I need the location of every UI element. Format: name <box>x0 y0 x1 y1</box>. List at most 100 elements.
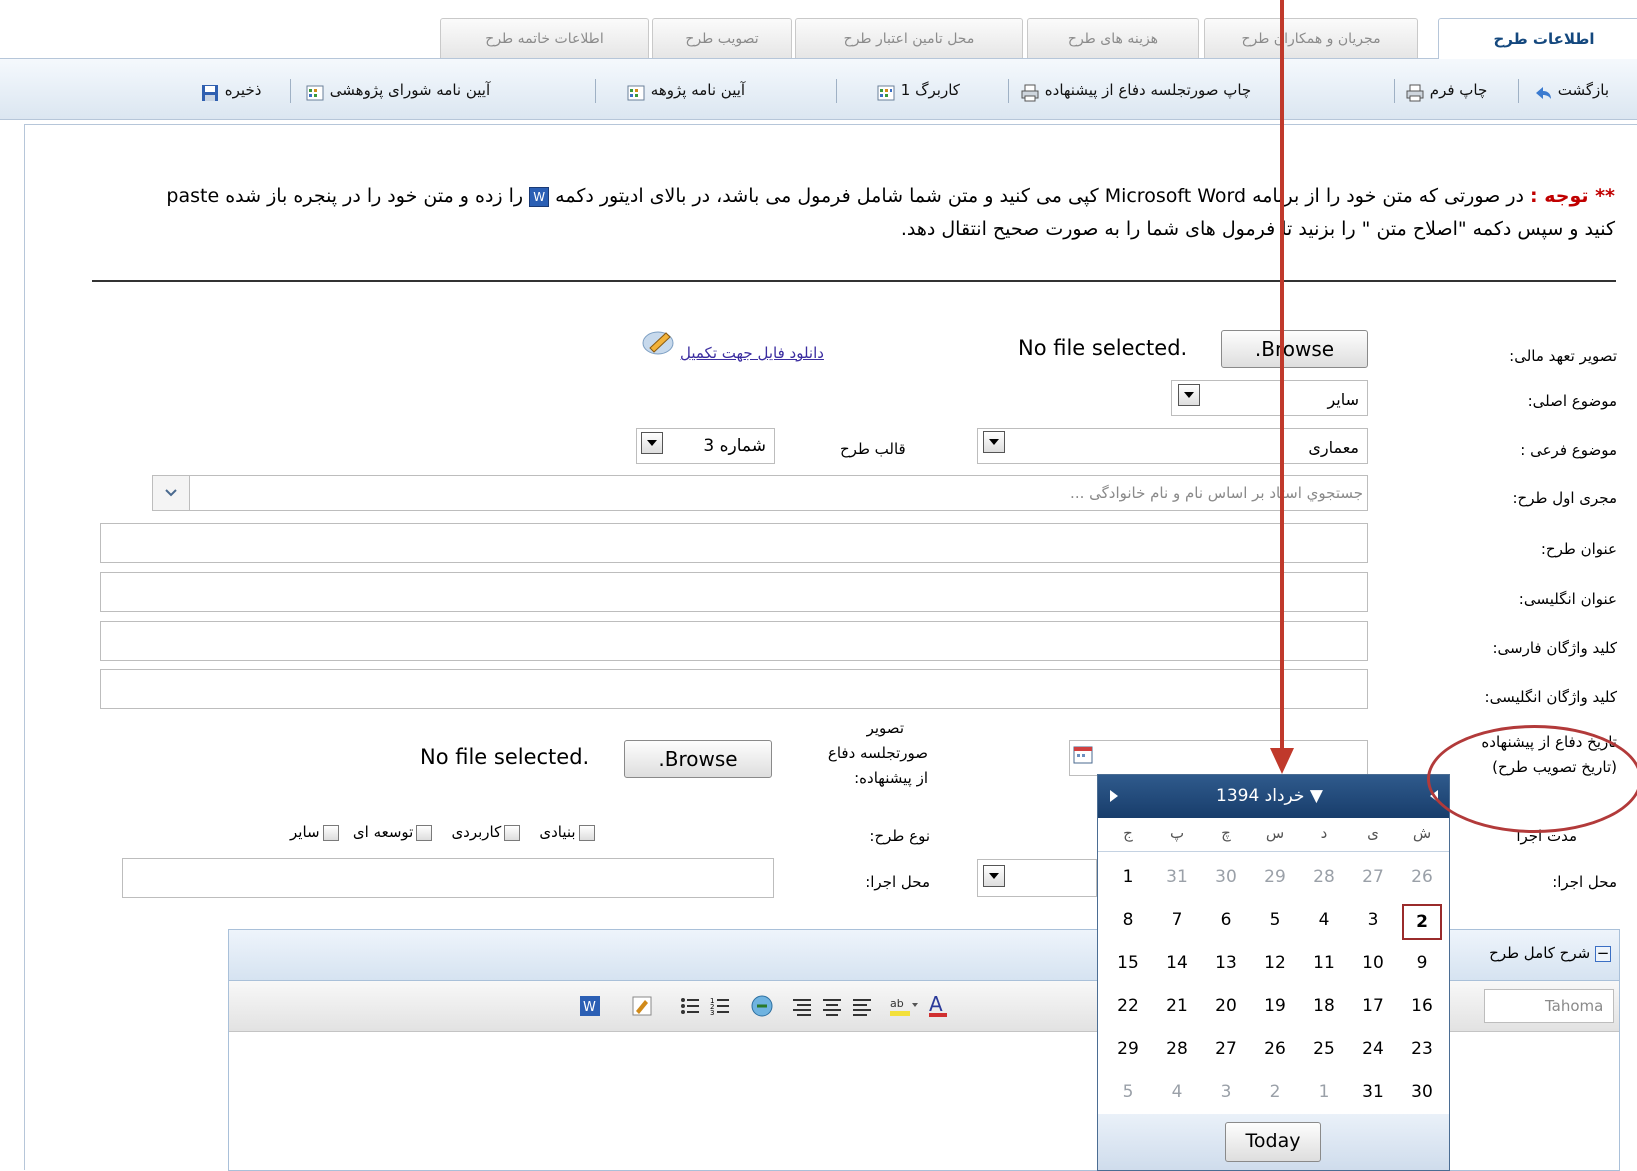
calendar-day[interactable]: 15 <box>1105 947 1151 979</box>
chevron-down-icon[interactable] <box>1178 384 1200 406</box>
print-form-button[interactable]: چاپ فرم <box>1405 73 1487 107</box>
calendar-day[interactable]: 24 <box>1350 1033 1396 1065</box>
month-title[interactable]: ▼ خرداد 1394 <box>1216 786 1323 806</box>
print-minutes-button[interactable]: چاپ صورتجلسه دفاع از پیشنهاده <box>1020 73 1251 107</box>
checkbox[interactable] <box>504 824 521 841</box>
first-executor-search[interactable]: جستجوي استاد بر اساس نام و نام خانوادگی … <box>152 475 1368 511</box>
type-option[interactable]: بنیادی <box>539 823 595 841</box>
location-input[interactable] <box>122 858 774 898</box>
calendar-day[interactable]: 1 <box>1301 1076 1347 1108</box>
type-option[interactable]: کاربردی <box>451 823 521 841</box>
checkbox[interactable] <box>578 824 595 841</box>
english-title-input[interactable] <box>100 572 1368 612</box>
tab-closure-info[interactable]: اطلاعات خاتمه طرح <box>440 18 649 58</box>
calendar-day[interactable]: 29 <box>1105 1033 1151 1065</box>
calendar-icon[interactable] <box>1073 745 1093 769</box>
save-button[interactable]: ذخیره <box>200 73 261 107</box>
chevron-down-icon[interactable] <box>641 432 663 454</box>
tab-funding-source[interactable]: محل تامین اعتبار طرح <box>795 18 1023 58</box>
align-left-icon[interactable] <box>851 995 873 1021</box>
word-paste-icon[interactable]: W <box>579 995 601 1021</box>
calendar-day[interactable]: 1 <box>1105 861 1151 893</box>
back-button[interactable]: بازگشت <box>1533 73 1609 107</box>
calendar-day[interactable]: 20 <box>1203 990 1249 1022</box>
council-bylaw-button[interactable]: آیین نامه شورای پژوهشی <box>305 73 490 107</box>
today-button[interactable]: Today <box>1225 1122 1321 1162</box>
bulleted-list-icon[interactable] <box>679 995 701 1021</box>
workbook-button[interactable]: کاربرگ 1 <box>876 73 960 107</box>
en-keywords-label: کلید واژگان انگلیسی: <box>1484 688 1617 706</box>
calendar-day[interactable]: 29 <box>1252 861 1298 893</box>
tab-executors[interactable]: مجریان و همکاران طرح <box>1204 18 1418 58</box>
calendar-day[interactable]: 26 <box>1252 1033 1298 1065</box>
calendar-day[interactable]: 28 <box>1301 861 1347 893</box>
calendar-day[interactable]: 3 <box>1350 904 1396 936</box>
calendar-day[interactable]: 7 <box>1154 904 1200 936</box>
calendar-day[interactable]: 4 <box>1301 904 1347 936</box>
next-month-icon[interactable] <box>1108 789 1120 807</box>
financial-browse-button[interactable]: .Browse <box>1221 330 1368 368</box>
calendar-day[interactable]: 10 <box>1350 947 1396 979</box>
checkbox[interactable] <box>416 824 433 841</box>
calendar-day[interactable]: 5 <box>1252 904 1298 936</box>
calendar-day[interactable]: 5 <box>1105 1076 1151 1108</box>
main-subject-select[interactable]: سایر <box>1171 380 1368 416</box>
align-center-icon[interactable] <box>821 995 843 1021</box>
calendar-day[interactable]: 16 <box>1399 990 1445 1022</box>
calendar-day[interactable]: 28 <box>1154 1033 1200 1065</box>
calendar-day[interactable]: 8 <box>1105 904 1151 936</box>
calendar-day[interactable]: 3 <box>1203 1076 1249 1108</box>
calendar-day[interactable]: 9 <box>1399 947 1445 979</box>
link-icon[interactable] <box>749 993 775 1023</box>
numbered-list-icon[interactable]: 123 <box>709 995 731 1021</box>
align-right-icon[interactable] <box>791 995 813 1021</box>
calendar-day[interactable]: 2 <box>1402 904 1442 940</box>
calendar-day[interactable]: 25 <box>1301 1033 1347 1065</box>
checkbox[interactable] <box>322 824 339 841</box>
fa-keywords-input[interactable] <box>100 621 1368 661</box>
calendar-day[interactable]: 12 <box>1252 947 1298 979</box>
calendar-day[interactable]: 30 <box>1203 861 1249 893</box>
editor-title[interactable]: − شرح کامل طرح <box>1489 944 1611 962</box>
calendar-day[interactable]: 11 <box>1301 947 1347 979</box>
calendar-day[interactable]: 14 <box>1154 947 1200 979</box>
calendar-day[interactable]: 31 <box>1350 1076 1396 1108</box>
calendar-day[interactable]: 2 <box>1252 1076 1298 1108</box>
en-keywords-input[interactable] <box>100 669 1368 709</box>
font-color-icon[interactable]: A <box>927 991 951 1023</box>
collapse-icon[interactable]: − <box>1595 945 1611 962</box>
weekday-label: ش <box>1412 824 1432 842</box>
tab-project-info[interactable]: اطلاعات طرح <box>1438 18 1637 59</box>
calendar-day[interactable]: 18 <box>1301 990 1347 1022</box>
minutes-browse-button[interactable]: .Browse <box>624 740 772 778</box>
calendar-day[interactable]: 22 <box>1105 990 1151 1022</box>
sub-subject-select[interactable]: معماری <box>977 428 1368 464</box>
tab-costs[interactable]: هزینه های طرح <box>1027 18 1199 58</box>
font-select[interactable]: Tahoma <box>1484 989 1614 1023</box>
calendar-day[interactable]: 30 <box>1399 1076 1445 1108</box>
defense-date-input[interactable] <box>1069 740 1368 776</box>
chevron-down-icon[interactable] <box>983 431 1005 453</box>
research-bylaw-button[interactable]: آیین نامه پژوهه <box>626 73 745 107</box>
type-option[interactable]: توسعه ای <box>353 823 433 841</box>
calendar-day[interactable]: 19 <box>1252 990 1298 1022</box>
chevron-down-icon[interactable] <box>153 476 190 510</box>
calendar-day[interactable]: 21 <box>1154 990 1200 1022</box>
calendar-day[interactable]: 23 <box>1399 1033 1445 1065</box>
highlight-icon[interactable]: ab <box>889 993 919 1023</box>
calendar-day[interactable]: 31 <box>1154 861 1200 893</box>
calendar-day[interactable]: 26 <box>1399 861 1445 893</box>
calendar-day[interactable]: 6 <box>1203 904 1249 936</box>
chevron-down-icon[interactable] <box>983 865 1005 887</box>
tab-approval[interactable]: تصویب طرح <box>652 18 792 58</box>
svg-text:3: 3 <box>710 1009 714 1017</box>
title-input[interactable] <box>100 523 1368 563</box>
download-link[interactable]: دانلود فایل جهت تکمیل <box>680 344 824 362</box>
calendar-day[interactable]: 13 <box>1203 947 1249 979</box>
calendar-day[interactable]: 17 <box>1350 990 1396 1022</box>
calendar-day[interactable]: 27 <box>1350 861 1396 893</box>
calendar-day[interactable]: 4 <box>1154 1076 1200 1108</box>
format-icon[interactable] <box>631 995 653 1021</box>
type-option[interactable]: سایر <box>290 823 339 841</box>
calendar-day[interactable]: 27 <box>1203 1033 1249 1065</box>
